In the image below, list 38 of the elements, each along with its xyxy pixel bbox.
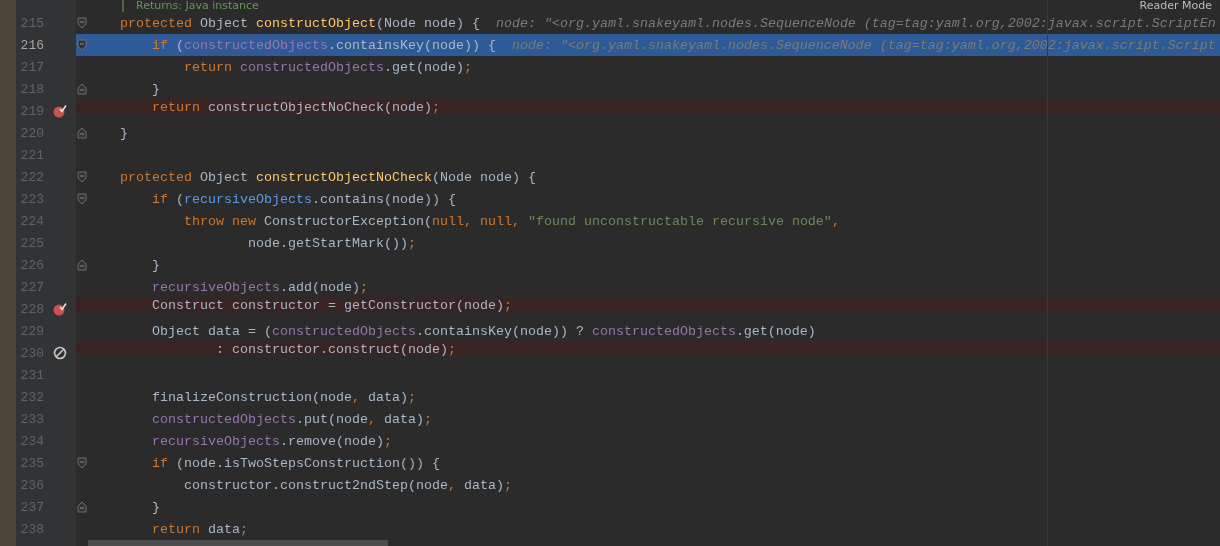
- fold-icon[interactable]: [77, 39, 87, 51]
- code-line: : constructor.construct(node);: [214, 341, 456, 357]
- code-line: }: [151, 499, 160, 515]
- code-line: return constructedObjects.get(node);: [183, 59, 472, 75]
- code-line: Object data = (constructedObjects.containsKey(node)) ? constructedObjects.get(node): [151, 323, 816, 339]
- fold-icon[interactable]: [77, 171, 87, 183]
- line-number: 216: [19, 37, 44, 53]
- doc-hint: Returns: Java instance: [122, 0, 259, 12]
- code-line: recursiveObjects.add(node);: [151, 279, 368, 295]
- code-line: node.getStartMark());: [246, 235, 416, 251]
- code-line: constructedObjects.put(node, data);: [151, 411, 432, 427]
- code-line: return constructObjectNoCheck(node);: [151, 99, 440, 115]
- code-line: finalizeConstruction(node, data);: [151, 389, 416, 405]
- code-line: }: [120, 125, 128, 141]
- code-line: throw new ConstructorException(null, null, "found unconstructable recursive node",: [183, 213, 840, 229]
- breakpoint-icon[interactable]: [53, 104, 67, 118]
- code-line: constructor.construct2ndStep(node, data);: [183, 477, 512, 493]
- code-line: }: [151, 257, 160, 273]
- horizontal-scrollbar[interactable]: [88, 540, 388, 546]
- fold-icon[interactable]: [77, 457, 87, 469]
- unfold-end-icon[interactable]: [77, 83, 87, 95]
- code-line: recursiveObjects.remove(node);: [151, 433, 392, 449]
- unfold-end-icon[interactable]: [77, 501, 87, 513]
- code-line: Construct constructor = getConstructor(node);: [151, 297, 512, 313]
- fold-icon[interactable]: [77, 17, 87, 29]
- breakpoint-icon[interactable]: [53, 302, 67, 316]
- code-line: }: [151, 81, 160, 97]
- code-line: if (constructedObjects.containsKey(node)) {: [151, 37, 496, 53]
- code-line: protected Object constructObject(Node node) {: [120, 15, 480, 31]
- code-line: return data;: [151, 521, 248, 537]
- code-line: if (recursiveObjects.contains(node)) {: [151, 191, 456, 207]
- unfold-end-icon[interactable]: [77, 259, 87, 271]
- reader-mode-link[interactable]: Reader Mode: [1139, 0, 1212, 12]
- inline-value-hint: node: "<org.yaml.snakeyaml.nodes.SequenceNode (tag=tag:yaml.org,2002:javax.script.ScriptEn: [495, 15, 1216, 31]
- code-line: if (node.isTwoStepsConstruction()) {: [151, 455, 440, 471]
- unfold-end-icon[interactable]: [77, 127, 87, 139]
- code-line: protected Object constructObjectNoCheck(Node node) {: [120, 169, 536, 185]
- fold-icon[interactable]: [77, 193, 87, 205]
